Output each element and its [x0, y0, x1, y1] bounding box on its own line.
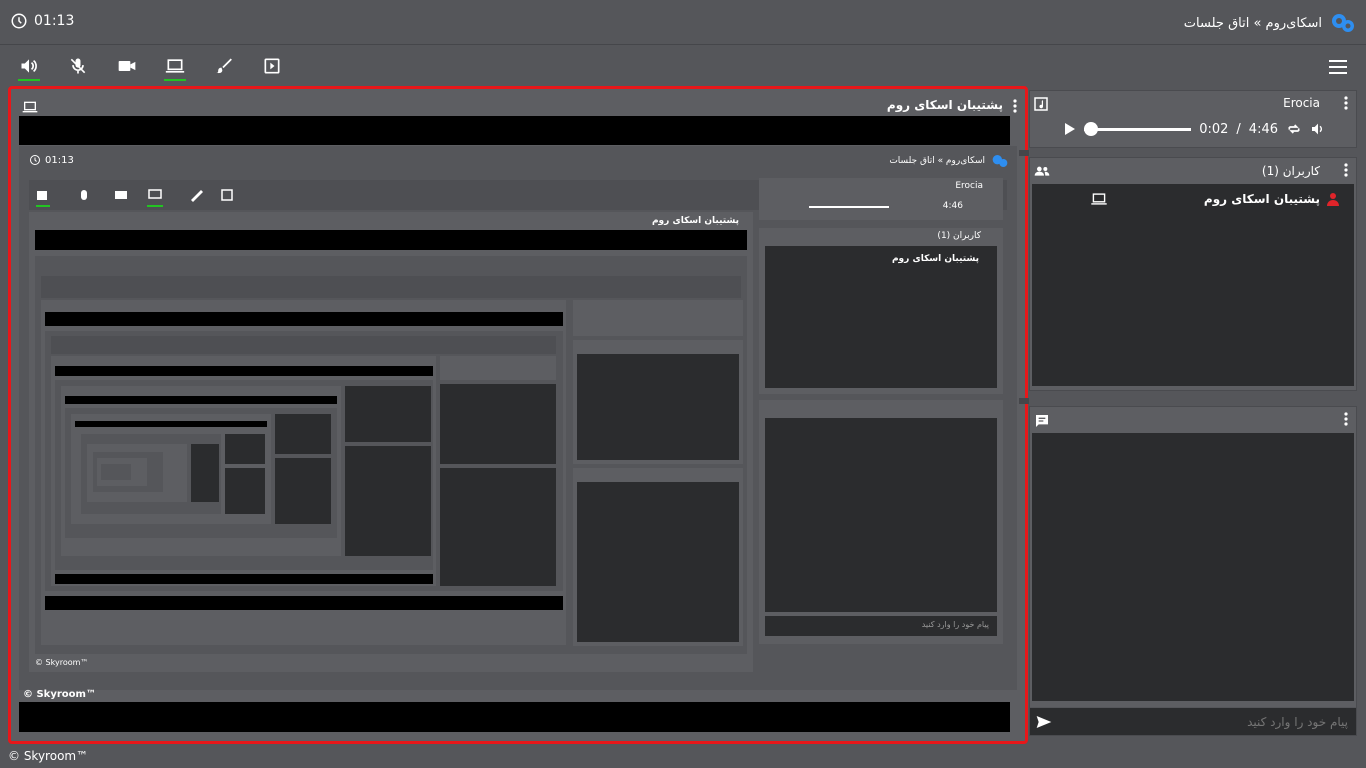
- mirror-chat-messages: [765, 418, 997, 612]
- user-row[interactable]: پشتیبان اسکای روم: [1090, 192, 1340, 206]
- laptop-icon: [21, 99, 39, 115]
- mirror-users-panel: کاربران (1) پشتیبان اسکای روم: [759, 228, 1003, 394]
- speaker-active-indicator: [18, 79, 40, 81]
- music-note-icon: [1034, 97, 1048, 111]
- shared-screen-mirror: 01:13 اسکای‌روم » اتاق جلسات پشتیبان اسک…: [19, 146, 1017, 690]
- mirror-users-title: کاربران (1): [937, 231, 981, 241]
- top-bar: 01:13 اسکای‌روم » اتاق جلسات: [0, 0, 1366, 45]
- mirror-clock: 01:13: [29, 154, 74, 166]
- nested-footer: © Skyroom™: [23, 689, 96, 700]
- chat-menu-icon[interactable]: [1344, 412, 1348, 426]
- mirror-users-list: پشتیبان اسکای روم: [765, 246, 997, 388]
- users-menu-icon[interactable]: [1344, 163, 1348, 177]
- footer-copyright: © Skyroom™: [8, 749, 89, 763]
- volume-button[interactable]: [1310, 121, 1326, 137]
- repeat-button[interactable]: [1286, 121, 1302, 137]
- music-menu-icon[interactable]: [1344, 96, 1348, 110]
- mirror-music-title: Erocia: [955, 181, 983, 191]
- camera-button[interactable]: [114, 56, 140, 82]
- bottom-video-strip: [19, 702, 1010, 732]
- user-admin-icon: [1326, 192, 1340, 206]
- play-button[interactable]: [1064, 122, 1076, 136]
- camera-icon: [117, 56, 137, 76]
- clock-icon: [10, 12, 28, 30]
- media-toolbar: [0, 46, 1366, 86]
- panel-separator: [1019, 150, 1029, 156]
- music-controls: 0:02 / 4:46: [1064, 119, 1326, 139]
- video-strip: [19, 116, 1010, 145]
- mirror-breadcrumb: اسکای‌روم » اتاق جلسات: [889, 153, 1009, 169]
- user-screen-share-icon: [1090, 192, 1108, 206]
- whiteboard-button[interactable]: [211, 56, 237, 82]
- users-panel: کاربران (1) پشتیبان اسکای روم: [1029, 157, 1357, 391]
- play-box-icon: [262, 56, 282, 76]
- user-name: پشتیبان اسکای روم: [1203, 192, 1320, 206]
- seek-knob[interactable]: [1084, 121, 1098, 136]
- send-icon[interactable]: [1036, 715, 1052, 729]
- music-seek-slider[interactable]: [1084, 121, 1192, 136]
- mirror-breadcrumb-text: اسکای‌روم » اتاق جلسات: [889, 156, 985, 166]
- mirror-footer: © Skyroom™: [35, 658, 89, 667]
- screen-share-panel: پشتیبان اسکای روم 01:13 اسکای‌روم » اتاق…: [8, 86, 1028, 744]
- chat-messages: [1032, 433, 1354, 701]
- mirror-chat-input: پیام خود را وارد کنید: [765, 616, 997, 636]
- mirror-header: 01:13 اسکای‌روم » اتاق جلسات: [19, 146, 1017, 176]
- hamburger-icon: [1328, 58, 1348, 76]
- chat-message-input[interactable]: [1060, 708, 1356, 736]
- media-play-button[interactable]: [259, 56, 285, 82]
- session-clock: 01:13: [10, 12, 74, 30]
- mirror-screen-panel: پشتیبان اسکای روم © Skyroom™: [29, 212, 753, 672]
- music-time-separator: /: [1236, 121, 1241, 137]
- panel-separator: [1019, 398, 1029, 404]
- mirror-music-track: [809, 206, 889, 208]
- chat-panel: [1029, 406, 1357, 736]
- users-title: کاربران (1): [1261, 164, 1320, 178]
- users-list: پشتیبان اسکای روم: [1032, 184, 1354, 386]
- music-title: Erocia: [1283, 96, 1320, 110]
- presenter-name: پشتیبان اسکای روم: [886, 98, 1003, 112]
- screen-share-button[interactable]: [162, 56, 188, 82]
- speaker-icon: [19, 56, 39, 76]
- people-icon: [1034, 165, 1050, 177]
- mirror-presenter-name: پشتیبان اسکای روم: [651, 216, 739, 226]
- mirror-music-panel: Erocia 4:46: [759, 178, 1003, 220]
- music-player-panel: Erocia 0:02 / 4:46: [1029, 90, 1357, 148]
- mirror-clock-time: 01:13: [45, 154, 74, 166]
- mirror-video-strip: [35, 230, 747, 250]
- mirror-music-duration: 4:46: [942, 201, 963, 211]
- music-duration: 4:46: [1248, 121, 1278, 137]
- mirror-level2: [35, 256, 747, 654]
- screen-share-active-indicator: [164, 79, 186, 81]
- mic-button[interactable]: [65, 56, 91, 82]
- clock-time: 01:13: [34, 13, 75, 29]
- laptop-icon: [164, 56, 186, 76]
- mic-off-icon: [68, 56, 88, 76]
- breadcrumb: اسکای‌روم » اتاق جلسات: [1184, 11, 1356, 35]
- music-current-time: 0:02: [1199, 121, 1229, 137]
- mirror-chat-panel: پیام خود را وارد کنید: [759, 400, 1003, 644]
- chat-icon: [1034, 413, 1050, 429]
- main-menu-button[interactable]: [1328, 58, 1348, 76]
- kebab-menu-icon[interactable]: [1013, 99, 1017, 113]
- mirror-chat-placeholder: پیام خود را وارد کنید: [921, 620, 989, 629]
- chat-input-bar: [1030, 707, 1356, 736]
- skyroom-logo-icon: [1330, 11, 1356, 35]
- mirror-user-name: پشتیبان اسکای روم: [891, 254, 979, 264]
- breadcrumb-text: اسکای‌روم » اتاق جلسات: [1183, 15, 1322, 31]
- speaker-button[interactable]: [16, 56, 42, 82]
- brush-icon: [214, 56, 234, 76]
